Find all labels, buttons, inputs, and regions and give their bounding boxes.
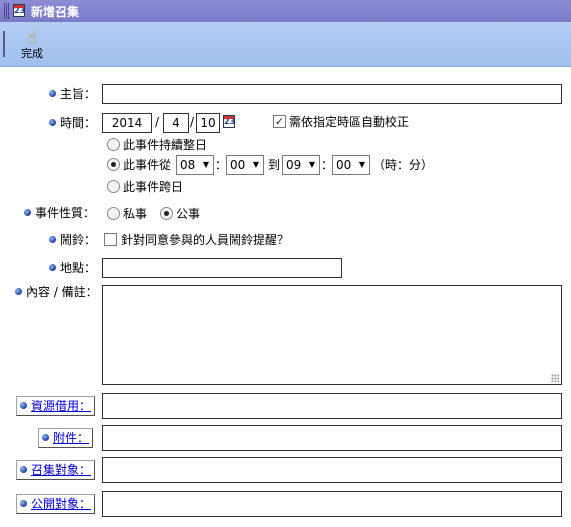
from-hour-select[interactable]: 08 ▼ bbox=[176, 155, 214, 175]
hand-pointer-icon: ☝ bbox=[26, 28, 38, 48]
allday-radio[interactable] bbox=[107, 138, 120, 151]
month-input[interactable] bbox=[163, 113, 189, 133]
allday-label: 此事件持續整日 bbox=[123, 138, 208, 152]
chevron-down-icon: ▼ bbox=[202, 160, 209, 169]
year-input[interactable] bbox=[102, 113, 152, 133]
public-radio[interactable] bbox=[160, 207, 173, 220]
time-label: 時間： bbox=[49, 113, 96, 133]
bullet-icon bbox=[49, 90, 56, 97]
toolbar-separator bbox=[3, 31, 5, 57]
public-to-link[interactable]: 公開對象： bbox=[16, 494, 96, 514]
public-label: 公事 bbox=[176, 207, 201, 221]
timerange-label: 此事件從 bbox=[123, 158, 172, 172]
day-input[interactable] bbox=[196, 113, 220, 133]
multiday-radio[interactable] bbox=[107, 180, 120, 193]
bullet-icon bbox=[20, 402, 27, 409]
time-unit-hint: （時：分） bbox=[373, 158, 434, 172]
window-title: 新增召集 bbox=[31, 5, 80, 19]
bullet-icon bbox=[20, 500, 27, 507]
done-button-label: 完成 bbox=[21, 47, 43, 60]
to-hour-select[interactable]: 09 ▼ bbox=[282, 155, 320, 175]
bullet-icon bbox=[15, 288, 22, 295]
date-separator: / bbox=[190, 115, 195, 129]
invitees-field[interactable] bbox=[102, 457, 562, 483]
title-bar: 23 新增召集 bbox=[0, 0, 571, 22]
location-input[interactable] bbox=[102, 258, 342, 278]
timezone-label: 需依指定時區自動校正 bbox=[289, 115, 410, 129]
content-textarea[interactable] bbox=[102, 285, 562, 385]
bullet-icon bbox=[42, 434, 49, 441]
timerange-radio[interactable] bbox=[107, 158, 120, 171]
multiday-label: 此事件跨日 bbox=[123, 180, 184, 194]
bullet-icon bbox=[20, 466, 27, 473]
to-minute-select[interactable]: 00 ▼ bbox=[332, 155, 370, 175]
done-button[interactable]: ☝ 完成 bbox=[17, 28, 47, 64]
subject-input[interactable] bbox=[102, 84, 562, 104]
reminder-label: 鬧鈴： bbox=[49, 230, 96, 250]
invitees-link[interactable]: 召集對象： bbox=[16, 460, 96, 480]
to-word: 到 bbox=[268, 158, 281, 172]
timezone-checkbox[interactable]: ✓ bbox=[273, 115, 286, 128]
date-separator: / bbox=[155, 115, 160, 129]
resize-handle-icon[interactable] bbox=[551, 374, 559, 382]
public-to-field[interactable] bbox=[102, 491, 562, 517]
bullet-icon bbox=[49, 236, 56, 243]
resources-link[interactable]: 資源借用： bbox=[16, 396, 96, 416]
calendar-picker-icon[interactable]: 23 bbox=[223, 115, 235, 128]
chevron-down-icon: ▼ bbox=[358, 160, 365, 169]
attachments-field[interactable] bbox=[102, 425, 562, 451]
private-radio[interactable] bbox=[107, 207, 120, 220]
content-label: 內容 / 備註： bbox=[15, 282, 98, 302]
toolbar: ☝ 完成 bbox=[0, 22, 571, 67]
bullet-icon bbox=[49, 119, 56, 126]
private-label: 私事 bbox=[123, 207, 148, 221]
from-minute-select[interactable]: 00 ▼ bbox=[226, 155, 264, 175]
calendar-icon: 23 bbox=[13, 4, 26, 17]
nature-label: 事件性質： bbox=[24, 203, 95, 223]
chevron-down-icon: ▼ bbox=[308, 160, 315, 169]
reminder-checkbox[interactable] bbox=[104, 233, 117, 246]
bullet-icon bbox=[24, 209, 31, 216]
resources-field[interactable] bbox=[102, 393, 562, 419]
reminder-text: 針對同意參與的人員鬧鈴提醒？ bbox=[121, 233, 290, 247]
subject-label: 主旨： bbox=[49, 84, 96, 104]
chevron-down-icon: ▼ bbox=[252, 160, 259, 169]
bullet-icon bbox=[49, 264, 56, 271]
attachments-link[interactable]: 附件： bbox=[38, 428, 94, 448]
grip-handle bbox=[4, 3, 9, 19]
location-label: 地點： bbox=[49, 258, 96, 278]
